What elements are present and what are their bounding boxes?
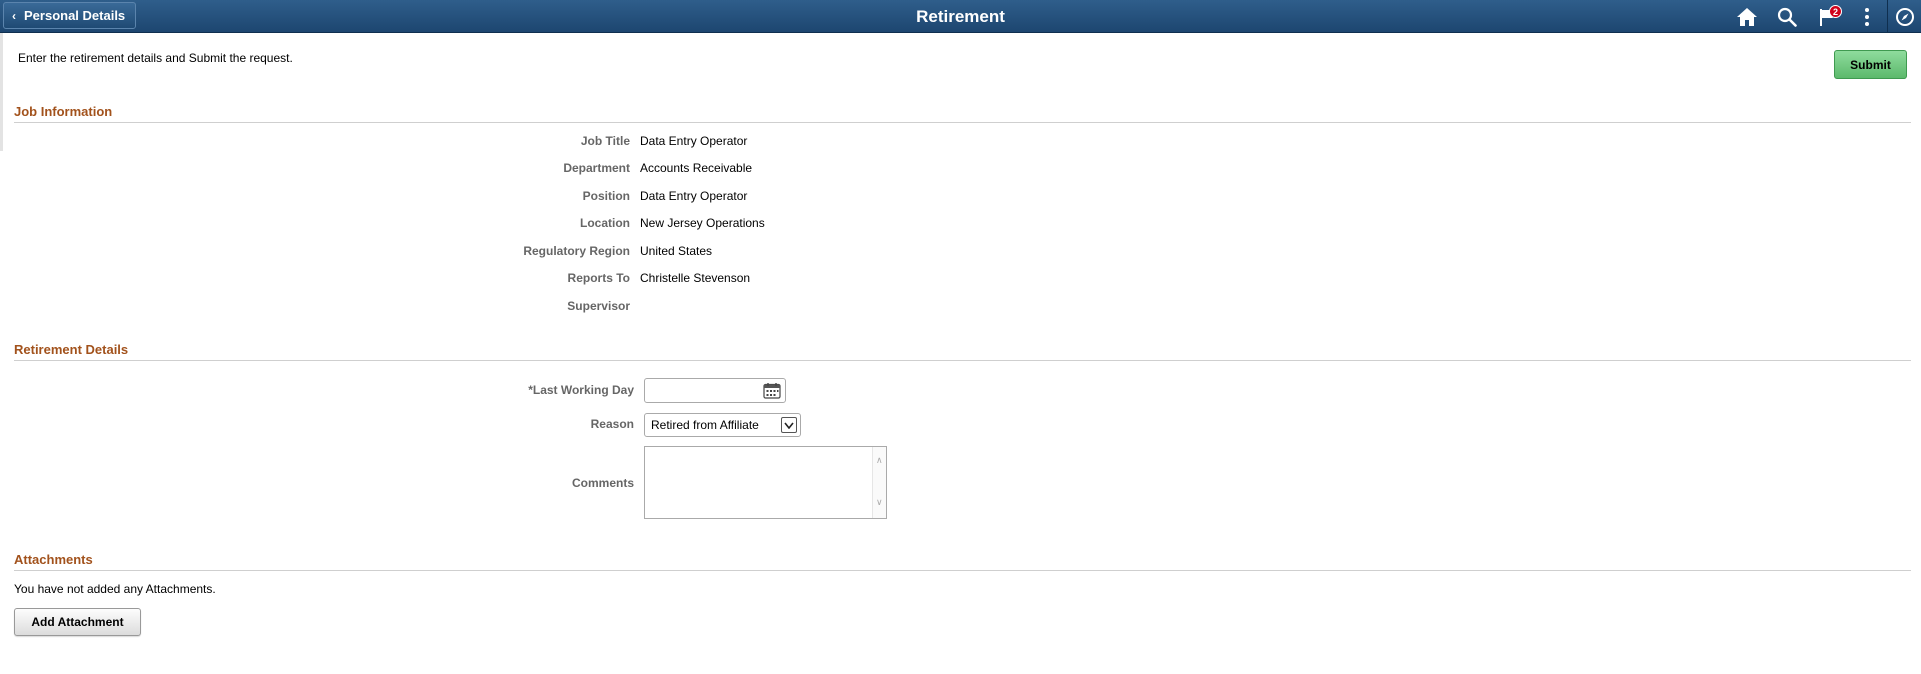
location-label: Location (580, 216, 630, 230)
home-button[interactable] (1727, 0, 1767, 33)
add-attachment-button[interactable]: Add Attachment (14, 608, 141, 636)
section-divider (14, 360, 1911, 361)
header-bar: ‹ Personal Details Retirement 2 (0, 0, 1921, 33)
page-title: Retirement (916, 7, 1005, 26)
navbar-icon (1895, 7, 1914, 26)
retirement-details-heading: Retirement Details (14, 342, 129, 357)
comments-scrollbar[interactable]: ∧ ∨ (872, 447, 886, 518)
job-title-value: Data Entry Operator (640, 134, 748, 148)
back-button[interactable]: ‹ Personal Details (3, 2, 137, 29)
regulatory-region-value: United States (640, 244, 713, 258)
reason-selected-value: Retired from Affiliate (651, 418, 759, 432)
section-divider (14, 122, 1911, 123)
reports-to-label: Reports To (567, 271, 630, 285)
supervisor-label: Supervisor (567, 299, 630, 313)
scroll-down-icon[interactable]: ∨ (876, 497, 883, 508)
navbar-button[interactable] (1887, 0, 1921, 33)
comments-label: Comments (571, 476, 634, 490)
submit-button[interactable]: Submit (1834, 50, 1907, 79)
scroll-up-icon[interactable]: ∧ (876, 455, 883, 466)
chevron-left-icon: ‹ (12, 8, 16, 23)
notifications-button[interactable]: 2 (1807, 0, 1847, 33)
page-instructions: Enter the retirement details and Submit … (18, 51, 293, 65)
section-divider (14, 570, 1911, 571)
notification-count-badge: 2 (1829, 5, 1842, 18)
back-button-label: Personal Details (24, 8, 126, 23)
chevron-down-icon (781, 417, 797, 433)
regulatory-region-label: Regulatory Region (523, 244, 630, 258)
left-edge-strip (0, 33, 3, 151)
job-information-heading: Job Information (14, 104, 113, 119)
attachments-heading: Attachments (14, 552, 93, 567)
actions-menu-button[interactable] (1847, 0, 1887, 33)
department-label: Department (563, 161, 630, 175)
header-actions: 2 (1727, 0, 1921, 33)
search-button[interactable] (1767, 0, 1807, 33)
reason-select[interactable]: Retired from Affiliate (644, 413, 801, 437)
reason-label: Reason (590, 417, 634, 431)
department-value: Accounts Receivable (640, 161, 753, 175)
position-value: Data Entry Operator (640, 189, 748, 203)
home-icon (1737, 7, 1757, 26)
last-working-day-label: *Last Working Day (528, 383, 634, 397)
calendar-icon[interactable] (763, 382, 781, 399)
reports-to-value: Christelle Stevenson (640, 271, 751, 285)
search-icon (1777, 7, 1797, 27)
comments-textarea[interactable]: ∧ ∨ (644, 446, 887, 519)
job-title-label: Job Title (580, 134, 630, 148)
last-working-day-input[interactable] (644, 378, 786, 403)
attachments-empty-note: You have not added any Attachments. (14, 582, 216, 596)
location-value: New Jersey Operations (640, 216, 765, 230)
position-label: Position (582, 189, 630, 203)
actions-menu-icon (1865, 7, 1869, 26)
